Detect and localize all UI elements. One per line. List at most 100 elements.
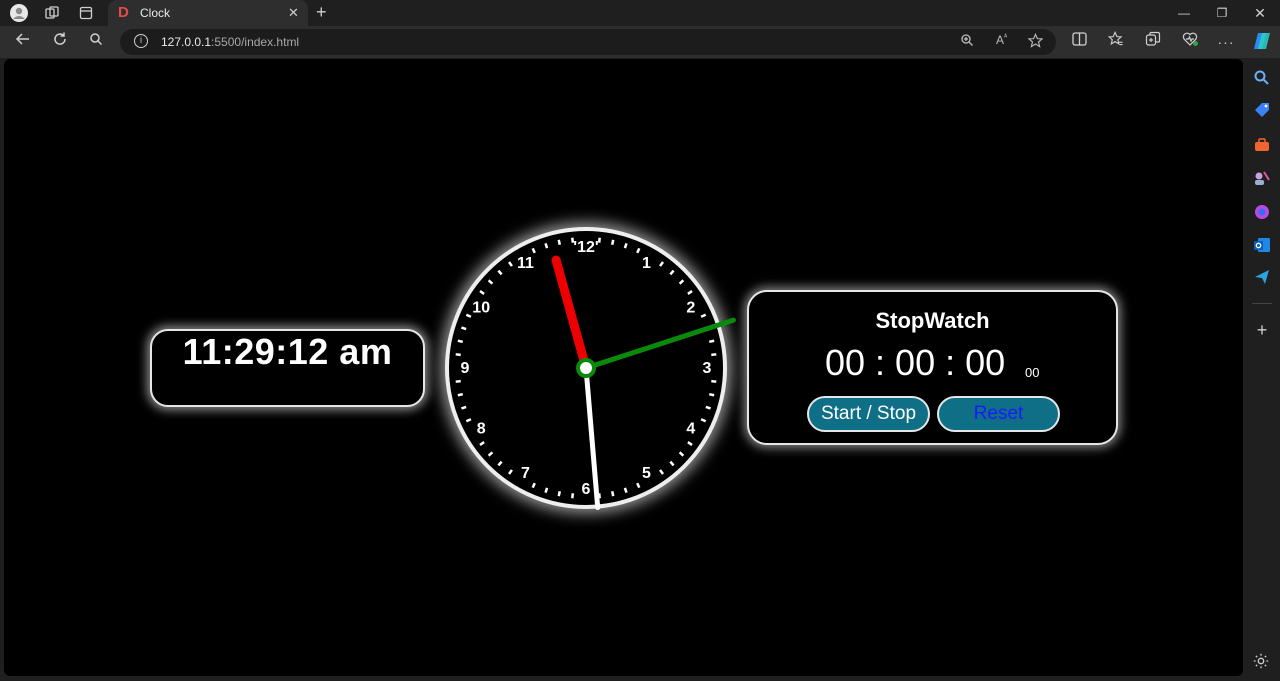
digital-time: 11:29:12 am (182, 331, 393, 372)
browser-essentials-icon[interactable] (1178, 31, 1202, 53)
outlook-icon[interactable] (1252, 235, 1272, 255)
clock-tick (711, 353, 717, 357)
clock-tick (531, 247, 536, 254)
workspaces-icon[interactable] (41, 3, 63, 23)
hour-hand (551, 255, 591, 373)
clock-tick (687, 441, 693, 447)
clock-numeral: 3 (703, 360, 712, 377)
gear-icon[interactable] (1252, 652, 1272, 672)
shopping-tag-icon[interactable] (1252, 101, 1272, 121)
stopwatch-title: StopWatch (875, 308, 990, 333)
toolbox-icon[interactable] (1252, 135, 1272, 155)
clock-tick (507, 469, 513, 475)
clock-tick (457, 392, 464, 397)
clock-numeral: 2 (686, 300, 695, 317)
minimize-icon[interactable]: — (1169, 3, 1199, 23)
clock-tick (497, 269, 503, 276)
star-icon[interactable] (1027, 33, 1044, 51)
digital-clock: 11:29:12 am (150, 329, 425, 407)
clock-tick (610, 490, 615, 497)
clock-tick (479, 289, 485, 295)
edge-sidebar: + (1244, 59, 1280, 681)
favorites-icon[interactable] (1104, 31, 1128, 53)
clock-tick (669, 269, 675, 276)
clock-tick (465, 313, 472, 318)
clock-center-pin (576, 358, 596, 378)
clock-tick (623, 487, 628, 493)
clock-tick (461, 405, 467, 410)
more-icon[interactable]: ··· (1214, 31, 1238, 53)
clock-tick (479, 441, 485, 447)
address-bar[interactable]: i 127.0.0.1:5500/index.html Aᴬ (120, 29, 1056, 55)
start-stop-button[interactable]: Start / Stop (807, 396, 930, 432)
clock-numeral: '12' (573, 239, 598, 256)
copilot-icon[interactable] (1250, 31, 1274, 53)
clock-tick (678, 451, 685, 457)
clock-tick (708, 339, 715, 344)
clock-numeral: 4 (686, 421, 695, 438)
clock-tick (669, 460, 675, 467)
stopwatch-milliseconds: 00 (1025, 365, 1040, 380)
page-viewport: 11:29:12 am '12' 1 2 3 4 5 6 7 8 9 10 11 StopWatch … (4, 59, 1243, 676)
clock-tick (544, 243, 549, 249)
clock-numeral: 8 (477, 421, 486, 438)
url-host: 127.0.0.1 (161, 35, 212, 49)
clock-tick (636, 247, 641, 254)
refresh-icon[interactable] (48, 31, 72, 53)
send-icon[interactable] (1252, 267, 1272, 287)
clock-numeral: 9 (461, 360, 470, 377)
split-screen-icon[interactable] (1067, 31, 1091, 53)
clock-tick (571, 493, 575, 499)
clock-numeral: 5 (642, 465, 651, 482)
avatar-icon[interactable] (8, 3, 30, 23)
clock-tick (636, 482, 641, 489)
clock-numeral: 6 (582, 481, 591, 498)
clock-tick (687, 289, 693, 295)
collections-icon[interactable] (1141, 31, 1165, 53)
clock-tick (623, 243, 628, 249)
clock-tick (497, 460, 503, 467)
clock-tick (610, 239, 615, 246)
close-window-icon[interactable]: ✕ (1245, 3, 1275, 23)
clock-tick (659, 261, 665, 267)
clock-tick (487, 451, 494, 457)
arrow-left-icon[interactable] (11, 31, 35, 53)
clock-tick (700, 313, 707, 318)
address-toolbar: i 127.0.0.1:5500/index.html Aᴬ ··· (0, 26, 1280, 58)
clock-tick (678, 279, 685, 285)
plus-icon[interactable]: + (1252, 320, 1272, 340)
clock-tick (487, 279, 494, 285)
clock-tick (705, 405, 711, 410)
clock-tick (557, 239, 562, 246)
stopwatch-display: 00 : 00 : 00 (825, 342, 1006, 383)
clock-tick (708, 392, 715, 397)
tab-title: Clock (140, 6, 171, 20)
clock-tick (531, 482, 536, 489)
clock-tick (455, 379, 461, 383)
url-text[interactable]: 127.0.0.1:5500/index.html (161, 35, 299, 49)
plus-icon[interactable]: + (316, 2, 327, 23)
clock-tick (461, 326, 467, 331)
clock-numeral: 10 (472, 300, 490, 317)
info-icon[interactable]: i (134, 34, 148, 48)
games-icon[interactable] (1252, 168, 1272, 188)
close-icon[interactable]: ✕ (288, 5, 299, 21)
stopwatch-panel: StopWatch 00 : 00 : 00 00 Start / Stop R… (747, 290, 1118, 445)
clock-tick (659, 469, 665, 475)
search-icon[interactable] (84, 31, 108, 53)
clock-face: '12' 1 2 3 4 5 6 7 8 9 10 11 (455, 237, 736, 511)
search-icon[interactable] (1252, 68, 1272, 88)
clock-tick (544, 487, 549, 493)
tab-strip: D Clock ✕ + — ❐ ✕ (0, 0, 1280, 27)
clock-tick (700, 418, 707, 423)
tab-clock[interactable]: D Clock ✕ (108, 0, 308, 27)
tab-actions-icon[interactable] (75, 3, 97, 23)
restore-icon[interactable]: ❐ (1207, 3, 1237, 23)
browser-window: D Clock ✕ + — ❐ ✕ i 127.0.0.1:5500/index… (0, 0, 1280, 681)
clock-numeral: 11 (517, 255, 534, 272)
zoom-icon[interactable] (960, 33, 974, 50)
analog-clock: '12' 1 2 3 4 5 6 7 8 9 10 11 (445, 227, 736, 511)
microsoft365-icon[interactable] (1252, 202, 1272, 222)
reset-button[interactable]: Reset (937, 396, 1060, 432)
read-aloud-icon[interactable]: Aᴬ (996, 33, 1007, 47)
